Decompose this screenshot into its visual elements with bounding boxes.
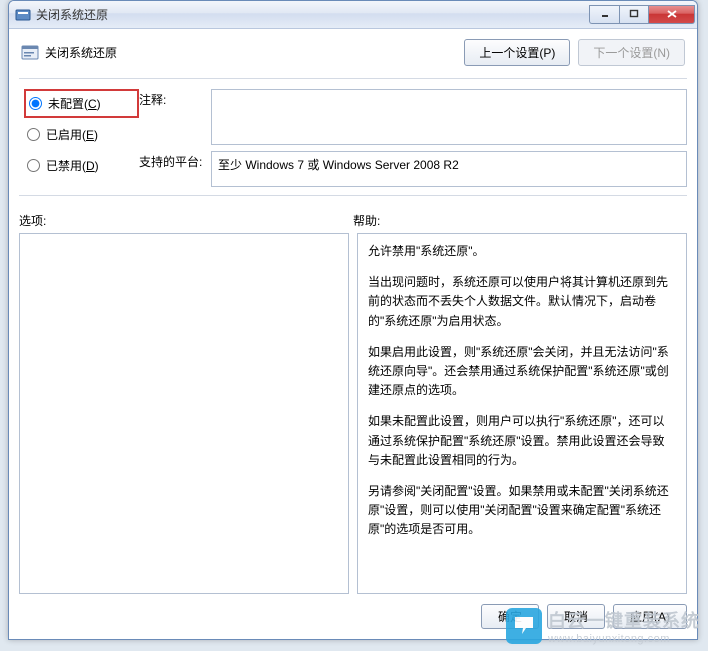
platform-label: 支持的平台: — [139, 151, 211, 170]
previous-setting-button[interactable]: 上一个设置(P) — [464, 39, 570, 66]
options-label: 选项: — [19, 212, 353, 229]
comment-label: 注释: — [139, 89, 211, 108]
config-section: 未配置(C) 已启用(E) 已禁用(D) 注释: 支持的平台: — [19, 89, 687, 187]
help-paragraph: 如果未配置此设置，则用户可以执行"系统还原"，还可以通过系统保护配置"系统还原"… — [368, 412, 676, 470]
radio-group: 未配置(C) 已启用(E) 已禁用(D) — [19, 89, 139, 187]
help-paragraph: 当出现问题时，系统还原可以使用户将其计算机还原到先前的状态而不丢失个人数据文件。… — [368, 273, 676, 331]
platform-row: 支持的平台: 至少 Windows 7 或 Windows Server 200… — [139, 151, 687, 187]
divider — [19, 78, 687, 79]
ok-button[interactable]: 确定 — [481, 604, 539, 629]
fields-column: 注释: 支持的平台: 至少 Windows 7 或 Windows Server… — [139, 89, 687, 187]
panels: 允许禁用"系统还原"。当出现问题时，系统还原可以使用户将其计算机还原到先前的状态… — [19, 233, 687, 594]
maximize-button[interactable] — [619, 5, 649, 24]
nav-buttons: 上一个设置(P) 下一个设置(N) — [464, 39, 685, 66]
apply-button[interactable]: 应用(A) — [613, 604, 687, 629]
footer-buttons: 确定 取消 应用(A) — [19, 594, 687, 629]
options-panel[interactable] — [19, 233, 349, 594]
window-title: 关闭系统还原 — [36, 6, 589, 23]
radio-not-configured[interactable]: 未配置(C) — [24, 89, 139, 118]
panels-header: 选项: 帮助: — [19, 212, 687, 229]
cancel-button[interactable]: 取消 — [547, 604, 605, 629]
close-button[interactable] — [649, 5, 695, 24]
help-paragraph: 如果启用此设置，则"系统还原"会关闭，并且无法访问"系统还原向导"。还会禁用通过… — [368, 343, 676, 401]
app-icon — [15, 7, 31, 23]
window-controls — [589, 6, 695, 24]
help-paragraph: 允许禁用"系统还原"。 — [368, 242, 676, 261]
divider-2 — [19, 195, 687, 196]
radio-not-configured-input[interactable] — [29, 97, 42, 110]
radio-disabled[interactable]: 已禁用(D) — [24, 155, 139, 176]
minimize-button[interactable] — [589, 5, 619, 24]
comment-row: 注释: — [139, 89, 687, 145]
help-panel[interactable]: 允许禁用"系统还原"。当出现问题时，系统还原可以使用户将其计算机还原到先前的状态… — [357, 233, 687, 594]
platform-field: 至少 Windows 7 或 Windows Server 2008 R2 — [211, 151, 687, 187]
help-paragraph: 另请参阅"关闭配置"设置。如果禁用或未配置"关闭系统还原"设置，则可以使用"关闭… — [368, 482, 676, 540]
radio-disabled-input[interactable] — [27, 159, 40, 172]
next-setting-button[interactable]: 下一个设置(N) — [578, 39, 685, 66]
dialog-window: 关闭系统还原 关闭系统还原 上一个设置(P) 下一个设置(N) — [8, 0, 698, 640]
help-label: 帮助: — [353, 212, 687, 229]
radio-enabled-input[interactable] — [27, 128, 40, 141]
titlebar[interactable]: 关闭系统还原 — [9, 1, 697, 29]
client-area: 关闭系统还原 上一个设置(P) 下一个设置(N) 未配置(C) 已启用(E) — [9, 29, 697, 639]
radio-enabled[interactable]: 已启用(E) — [24, 124, 139, 145]
comment-field[interactable] — [211, 89, 687, 145]
policy-icon — [21, 44, 39, 62]
policy-title: 关闭系统还原 — [45, 44, 117, 61]
header-row: 关闭系统还原 上一个设置(P) 下一个设置(N) — [19, 37, 687, 68]
